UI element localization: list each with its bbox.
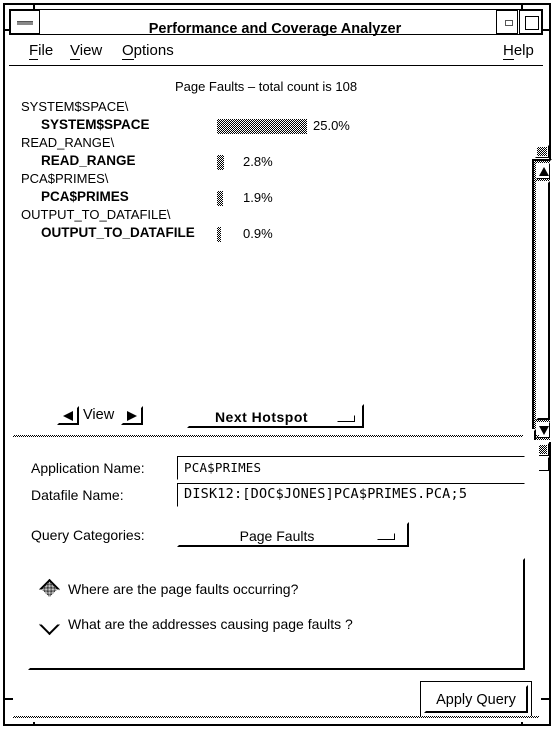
next-hotspot-label: Next Hotspot [214, 409, 309, 425]
triangle-left-icon [63, 411, 73, 421]
bottom-separator [13, 716, 539, 718]
menu-item-options[interactable]: Options [122, 42, 174, 60]
chart-group-label: READ_RANGE\ [21, 135, 115, 150]
menu-item-file[interactable]: File [29, 42, 54, 60]
apply-query-button[interactable]: Apply Query [424, 685, 528, 713]
chart-group-label: PCA$PRIMES\ [21, 171, 109, 186]
application-name-input[interactable]: PCA$PRIMES [177, 456, 525, 480]
chart-group-label: OUTPUT_TO_DATAFILE\ [21, 207, 171, 222]
menu-item-view[interactable]: View [70, 42, 103, 60]
option-menu-indicator-icon [377, 533, 395, 540]
menu-view-accel: V [70, 42, 80, 60]
frame-tick-right-bottom[interactable] [541, 698, 549, 700]
minimize-button[interactable] [496, 10, 518, 34]
menu-options-accel: O [122, 42, 134, 60]
view-next-button[interactable] [121, 406, 143, 425]
datafile-name-value: DISK12:[DOC$JONES]PCA$PRIMES.PCA;5 [184, 486, 468, 502]
view-previous-button[interactable] [57, 406, 79, 425]
menu-options-rest: ptions [133, 42, 174, 59]
scroll-gadget-fill [537, 147, 547, 156]
application-name-value: PCA$PRIMES [184, 460, 262, 475]
vertical-scroll-top-gadget[interactable] [535, 145, 549, 158]
chart-bar [217, 155, 224, 170]
triangle-right-icon [127, 411, 137, 421]
view-controls: View Next Hotspot [13, 404, 539, 429]
chart-value-label: 0.9% [243, 226, 273, 241]
query-radio-group: Where are the page faults occurring? Wha… [28, 558, 525, 670]
chart-value-label: 25.0% [313, 118, 350, 133]
query-categories-option-menu[interactable]: Page Faults [177, 522, 409, 547]
datafile-name-label: Datafile Name: [31, 487, 124, 503]
chart-pane: Page Faults – total count is 108 SYSTEM$… [13, 71, 552, 472]
window-menu-icon [17, 21, 33, 25]
chart-bar [217, 227, 221, 242]
chart-function-label[interactable]: READ_RANGE [41, 153, 136, 168]
query-categories-label: Query Categories: [31, 527, 145, 543]
menu-item-help[interactable]: Help [503, 42, 534, 60]
chart-value-label: 2.8% [243, 154, 273, 169]
application-name-label: Application Name: [31, 460, 145, 476]
view-label: View [83, 407, 115, 423]
chart-bar [217, 119, 307, 134]
maximize-icon [525, 16, 539, 30]
chart-value-label: 1.9% [243, 190, 273, 205]
menu-bar: File View Options Help [9, 37, 543, 66]
vertical-scrollbar[interactable] [532, 159, 552, 442]
triangle-down-icon [539, 426, 549, 435]
vertical-scroll-thumb[interactable] [536, 181, 550, 420]
menu-file-accel: F [29, 42, 39, 60]
chart-function-label[interactable]: SYSTEM$SPACE [41, 117, 150, 132]
apply-query-label: Apply Query [436, 692, 516, 708]
window-menu-button[interactable] [10, 10, 40, 34]
next-hotspot-option-menu[interactable]: Next Hotspot [187, 404, 364, 428]
scroll-up-arrow[interactable] [536, 163, 550, 179]
radio-option-label: What are the addresses causing page faul… [68, 616, 353, 632]
pane-separator [13, 435, 539, 437]
menu-view-rest: iew [79, 42, 103, 59]
radio-diamond-unselected-icon [38, 613, 61, 636]
triangle-up-icon [539, 167, 549, 176]
chart-bar [217, 191, 223, 206]
chart-function-label[interactable]: PCA$PRIMES [41, 189, 129, 204]
form-pane: Application Name: PCA$PRIMES Datafile Na… [13, 440, 539, 722]
window-title: Performance and Coverage Analyzer [148, 21, 402, 37]
chart-canvas[interactable]: SYSTEM$SPACE\ SYSTEM$SPACE 25.0% READ_RA… [13, 99, 518, 392]
radio-option-label: Where are the page faults occurring? [68, 581, 299, 597]
menu-file-rest: ile [38, 42, 54, 59]
option-menu-indicator-icon [337, 415, 355, 422]
frame-tick-left-bottom[interactable] [5, 698, 13, 700]
datafile-name-input[interactable]: DISK12:[DOC$JONES]PCA$PRIMES.PCA;5 [177, 483, 525, 507]
title-bar[interactable]: Performance and Coverage Analyzer [9, 9, 543, 37]
chart-group-label: SYSTEM$SPACE\ [21, 99, 129, 114]
menu-help-rest: elp [513, 42, 534, 59]
maximize-button[interactable] [519, 10, 542, 34]
chart-title: Page Faults – total count is 108 [174, 79, 358, 94]
chart-function-label[interactable]: OUTPUT_TO_DATAFILE [41, 225, 195, 240]
query-categories-value: Page Faults [239, 528, 315, 544]
menu-help-accel: H [503, 42, 514, 60]
radio-diamond-selected-icon [38, 578, 61, 601]
minimize-icon [505, 20, 513, 26]
